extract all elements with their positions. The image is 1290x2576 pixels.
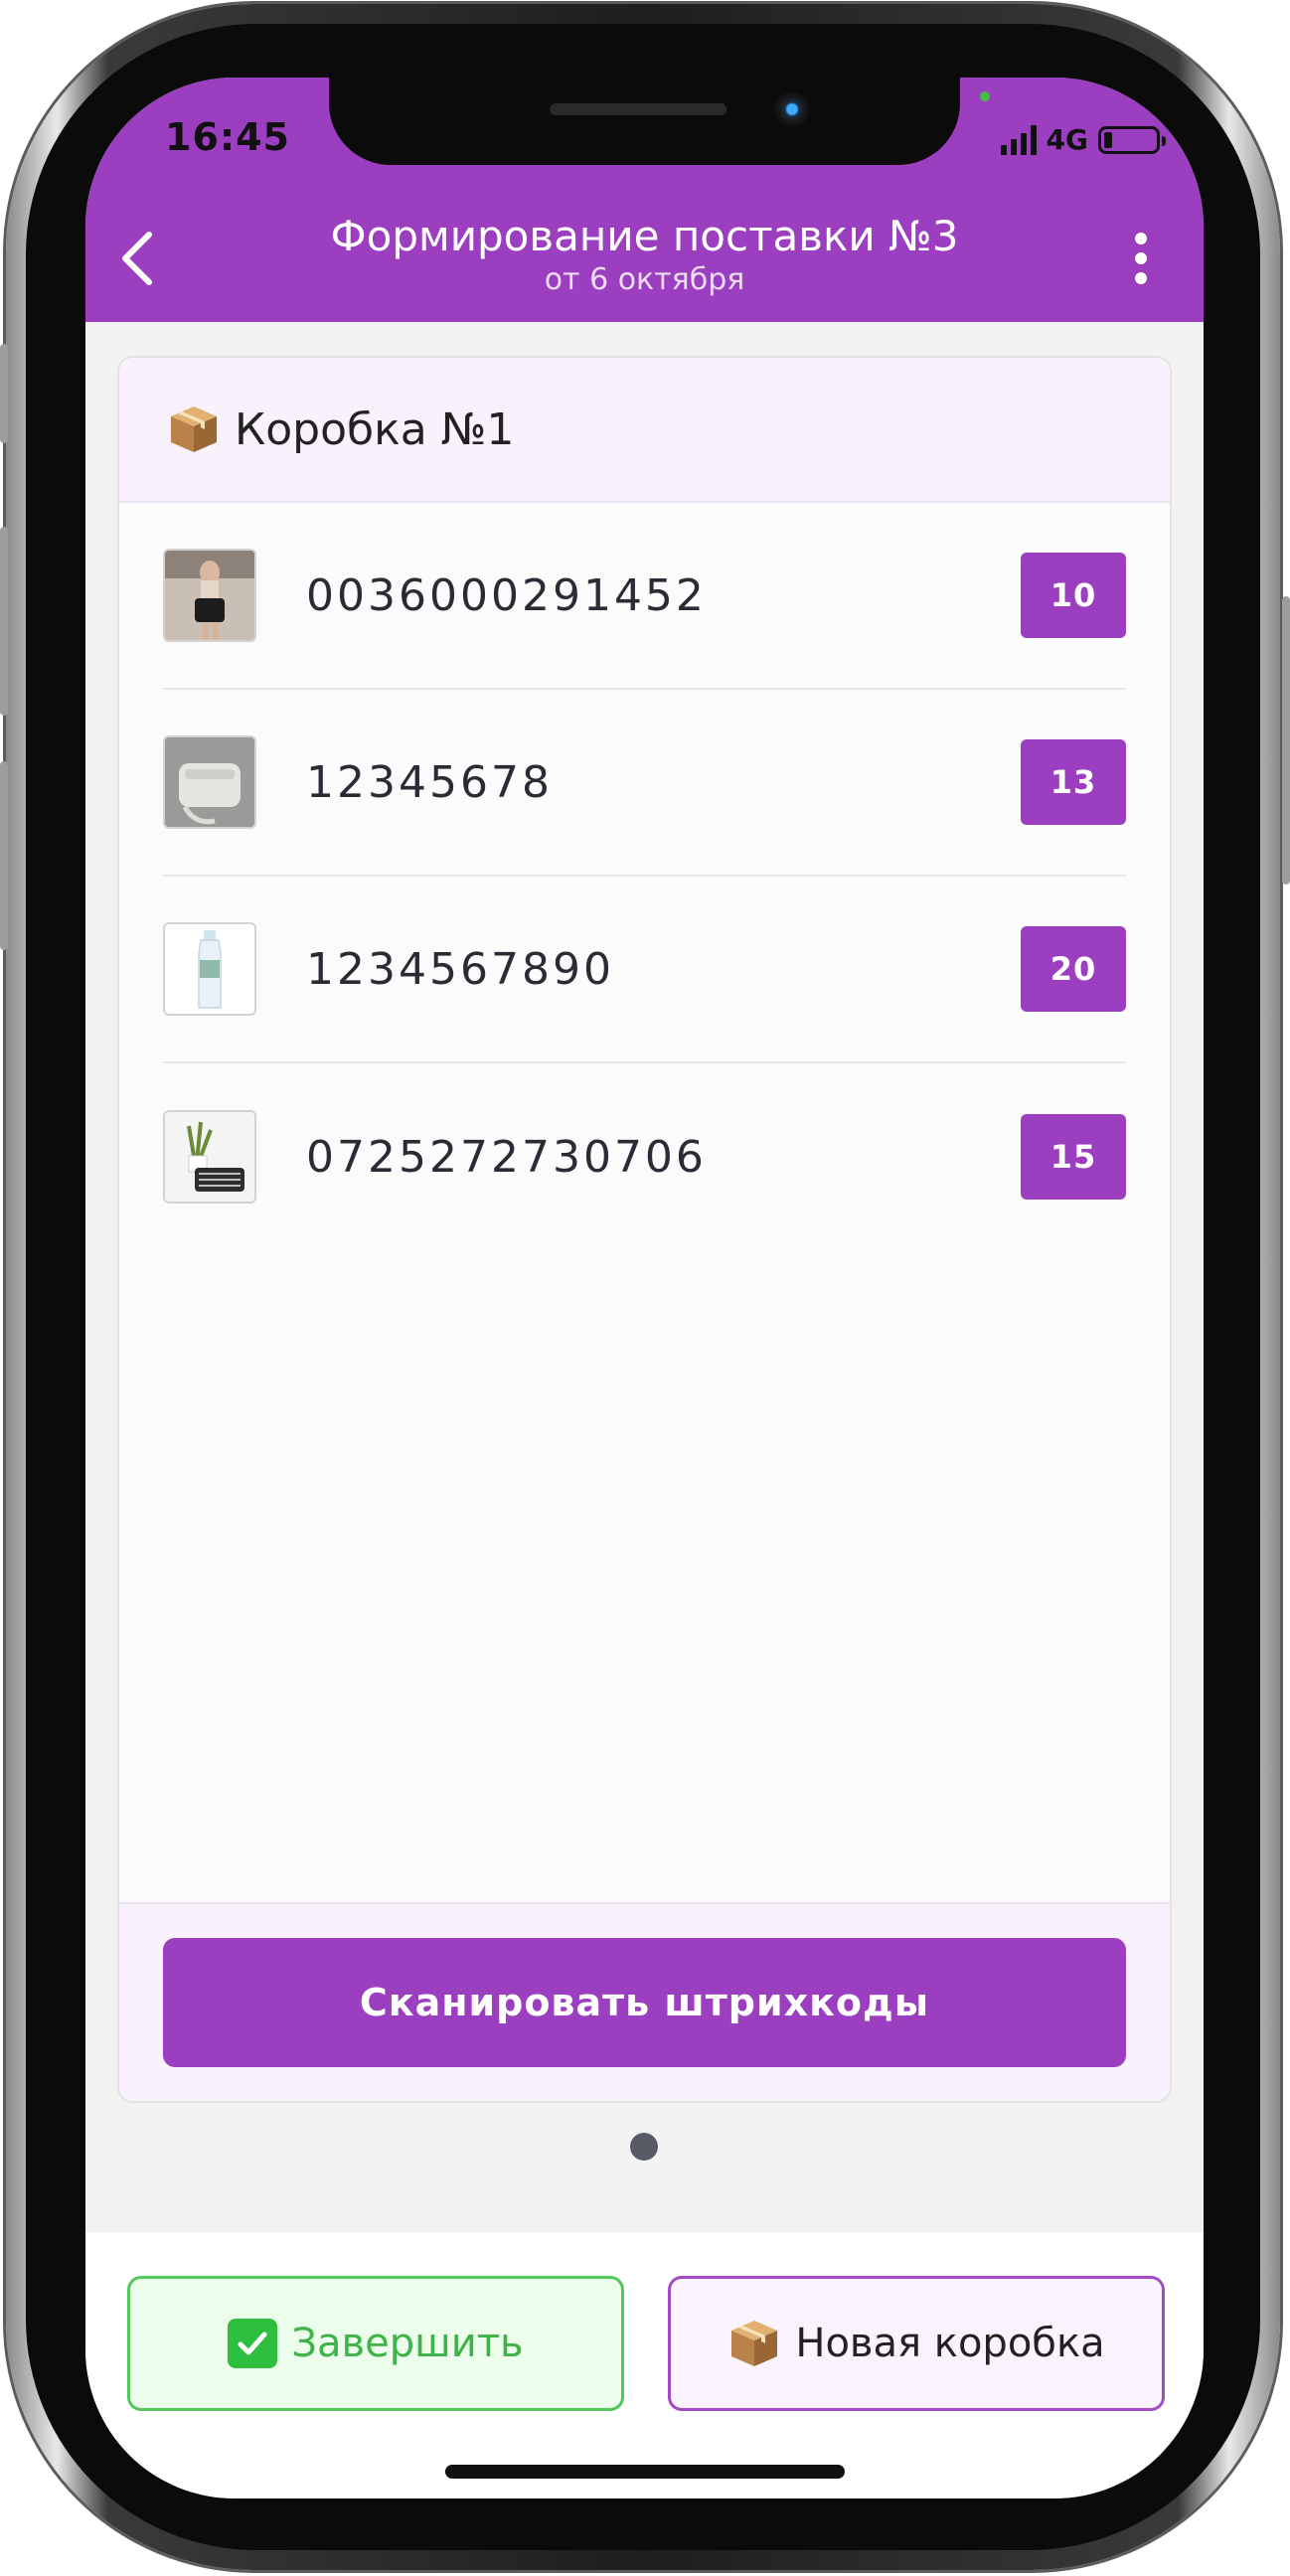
package-icon [171, 406, 217, 452]
volume-up-button [0, 527, 8, 716]
more-vertical-icon [1126, 233, 1156, 284]
product-thumbnail [163, 549, 256, 642]
status-time: 16:45 [165, 115, 290, 159]
new-box-button-label: Новая коробка [795, 2321, 1105, 2366]
power-button [1282, 596, 1290, 885]
signal-icon [1000, 124, 1037, 155]
page-indicator-dot [630, 2133, 658, 2161]
product-thumbnail [163, 922, 256, 1016]
box-card: Коробка №1 0036000291452 10 12345678 13 … [117, 356, 1172, 2103]
back-button[interactable] [111, 229, 171, 288]
item-quantity-badge: 15 [1021, 1114, 1126, 1200]
home-indicator[interactable] [445, 2465, 845, 2479]
earpiece-speaker [550, 103, 726, 115]
chevron-left-icon [122, 232, 152, 285]
phone-screen: 16:45 4G Формирование поставки №3 от 6 о… [85, 78, 1204, 2498]
app-header: 16:45 4G Формирование поставки №3 от 6 о… [85, 78, 1204, 322]
item-quantity-badge: 10 [1021, 553, 1126, 638]
network-type: 4G [1046, 123, 1088, 156]
camera-indicator [980, 91, 990, 101]
box-card-header: Коробка №1 [119, 358, 1170, 503]
new-box-button[interactable]: Новая коробка [668, 2276, 1165, 2411]
finish-button[interactable]: Завершить [127, 2276, 624, 2411]
finish-button-label: Завершить [291, 2321, 524, 2366]
box-title: Коробка №1 [235, 403, 515, 455]
status-indicators: 4G [1000, 123, 1166, 156]
item-barcode: 1234567890 [306, 943, 614, 995]
page-subtitle: от 6 октября [544, 262, 745, 297]
product-thumbnail [163, 1110, 256, 1204]
package-icon [731, 2321, 778, 2366]
item-barcode: 0036000291452 [306, 569, 707, 621]
bottom-action-bar: Завершить Новая коробка [85, 2232, 1204, 2498]
notch [329, 78, 960, 165]
more-menu-button[interactable] [1126, 227, 1156, 296]
front-camera [774, 91, 810, 127]
list-item[interactable]: 0036000291452 10 [163, 503, 1126, 690]
battery-icon [1098, 125, 1166, 154]
item-quantity-badge: 13 [1021, 739, 1126, 825]
list-item[interactable]: 12345678 13 [163, 690, 1126, 877]
header-title-block: Формирование поставки №3 от 6 октября [264, 211, 1025, 298]
check-mark-icon [228, 2319, 278, 2368]
box-card-footer: Сканировать штрихкоды [119, 1902, 1170, 2101]
list-item[interactable]: 1234567890 20 [163, 877, 1126, 1063]
page-title: Формирование поставки №3 [330, 212, 959, 260]
item-quantity-badge: 20 [1021, 926, 1126, 1012]
item-barcode: 0725272730706 [306, 1131, 707, 1183]
scan-barcodes-button[interactable]: Сканировать штрихкоды [163, 1938, 1126, 2067]
mute-switch [0, 344, 8, 443]
volume-down-button [0, 761, 8, 950]
box-items-list: 0036000291452 10 12345678 13 1234567890 … [163, 503, 1126, 1250]
item-barcode: 12345678 [306, 756, 553, 808]
product-thumbnail [163, 735, 256, 829]
list-item[interactable]: 0725272730706 15 [163, 1063, 1126, 1250]
